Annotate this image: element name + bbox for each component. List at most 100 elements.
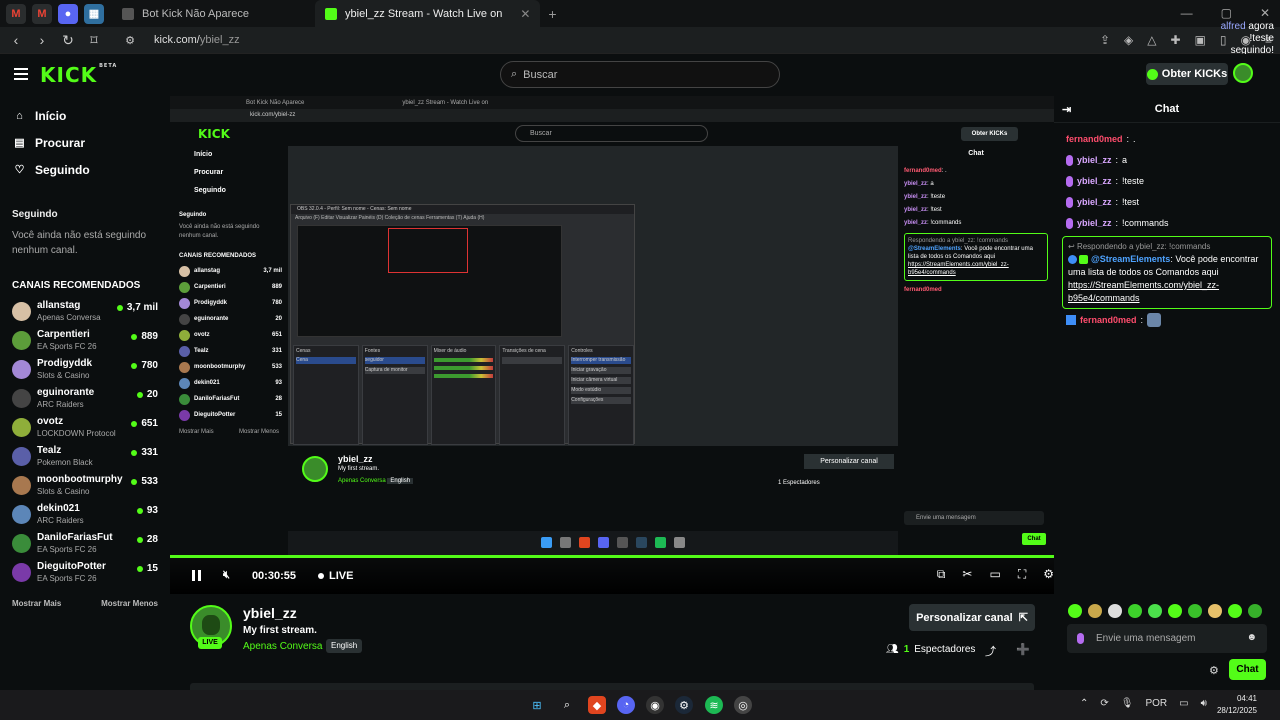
volume-icon[interactable]: 🔊︎	[1201, 698, 1207, 709]
tab-label: ybiel_zz Stream - Watch Live on	[345, 7, 503, 20]
emoji-picker-icon[interactable]: ☻	[1246, 632, 1257, 643]
sync-icon[interactable]: ⟳	[1100, 698, 1108, 709]
sidebar-item-inicio[interactable]: ⌂ Início	[0, 102, 170, 129]
recommended-channel[interactable]: Tealz Pokemon Black 331	[0, 442, 170, 471]
recommended-channel[interactable]: ovotz LOCKDOWN Protocol 651	[0, 413, 170, 442]
tab-ybiel-stream[interactable]: ybiel_zz Stream - Watch Live on ✕	[315, 0, 541, 27]
recommended-channel[interactable]: Carpentieri EA Sports FC 26 889	[0, 326, 170, 355]
app-icon[interactable]: ◎	[734, 696, 752, 714]
chat-message-input[interactable]: Envie uma mensagem ☻	[1067, 624, 1267, 653]
sidebar-item-seguindo[interactable]: ♡ Seguindo	[0, 156, 170, 183]
nested-tab-strip: Bot Kick Não Aparece ybiel_zz Stream - W…	[170, 96, 1054, 109]
streamer-name[interactable]: ybiel_zz	[243, 605, 297, 621]
discord-icon[interactable]: ◔	[617, 696, 635, 714]
share-stream-icon[interactable]: ⤴	[985, 643, 996, 659]
network-icon[interactable]: ▭	[1179, 698, 1188, 709]
forward-icon[interactable]: ›	[32, 32, 52, 48]
show-less-button[interactable]: Mostrar Menos	[101, 599, 158, 608]
leo-icon[interactable]: △	[1147, 33, 1156, 47]
emote-icon[interactable]	[1228, 604, 1242, 618]
obs-icon[interactable]: ◉	[646, 696, 664, 714]
nested-obs-icon	[617, 537, 628, 548]
emote-icon[interactable]	[1088, 604, 1102, 618]
language-indicator[interactable]: POR	[1145, 698, 1167, 709]
search-input[interactable]: ⌕ Buscar	[500, 61, 780, 88]
pause-icon[interactable]	[192, 570, 201, 581]
recommended-channel[interactable]: allanstag Apenas Conversa 3,7 mil	[0, 297, 170, 326]
chat-username[interactable]: ybiel_zz	[1077, 150, 1112, 171]
collapse-chat-icon[interactable]: ⇥	[1062, 103, 1071, 116]
chat-send-button[interactable]: Chat	[1229, 659, 1266, 680]
commands-link[interactable]: https://StreamElements.com/ybiel_zz-b95e…	[1068, 280, 1219, 303]
customize-channel-button[interactable]: Personalizar canal ⇱	[909, 604, 1035, 631]
windows-start-icon[interactable]: ⊞	[528, 696, 546, 714]
mute-icon[interactable]: 🔇︎	[223, 569, 230, 582]
chat-username[interactable]: fernand0med	[1066, 129, 1123, 150]
user-avatar[interactable]	[1233, 63, 1253, 83]
emote-icon[interactable]	[1148, 604, 1162, 618]
wallet-icon[interactable]: ▣	[1195, 33, 1206, 47]
stream-language-tag[interactable]: English	[326, 639, 363, 653]
close-tab-icon[interactable]: ✕	[520, 7, 530, 21]
back-icon[interactable]: ‹	[6, 32, 26, 48]
chat-username[interactable]: fernand0med	[1080, 315, 1137, 325]
fullscreen-icon[interactable]: ⛶	[1018, 567, 1026, 582]
pip-icon[interactable]: ⧉	[937, 567, 946, 582]
recommended-channel[interactable]: dekin021 ARC Raiders 93	[0, 500, 170, 529]
tab-bot-kick[interactable]: Bot Kick Não Aparece	[112, 0, 259, 27]
live-progress-bar[interactable]	[170, 555, 1054, 558]
app-pinned-tab[interactable]: ▦	[84, 3, 104, 24]
extensions-icon[interactable]: ✚	[1170, 33, 1180, 47]
video-player[interactable]: Bot Kick Não Aparece ybiel_zz Stream - W…	[170, 96, 1054, 594]
clip-icon[interactable]: ✂	[962, 567, 972, 582]
emote-icon[interactable]	[1248, 604, 1262, 618]
maximize-icon[interactable]: ▢	[1221, 6, 1232, 20]
obter-kicks-button[interactable]: Obter KICKs	[1146, 63, 1228, 85]
minimize-icon[interactable]: —	[1181, 6, 1193, 20]
close-window-icon[interactable]: ✕	[1260, 6, 1270, 20]
chevron-up-icon[interactable]: ⌃	[1080, 698, 1088, 709]
gmail-pinned-tab[interactable]: M	[6, 3, 26, 24]
recommended-channel[interactable]: DieguitoPotter EA Sports FC 26 15	[0, 558, 170, 587]
share-icon[interactable]: ⇪	[1100, 33, 1110, 47]
spotify-icon[interactable]: ≋	[705, 696, 723, 714]
emote-icon[interactable]	[1108, 604, 1122, 618]
chat-username[interactable]: ybiel_zz	[1077, 171, 1112, 192]
taskbar-search-icon[interactable]: ⌕	[558, 696, 576, 714]
chat-settings-icon[interactable]: ⚙	[1209, 664, 1219, 677]
gmail-pinned-tab-2[interactable]: M	[32, 3, 52, 24]
theater-mode-icon[interactable]: ▭	[989, 567, 1000, 582]
brave-shield-icon[interactable]: ◈	[1124, 33, 1133, 47]
show-more-button[interactable]: Mostrar Mais	[12, 599, 61, 608]
url-field[interactable]: kick.com/ybiel_zz	[154, 34, 240, 46]
new-tab-button[interactable]: +	[540, 6, 564, 22]
recommended-channel[interactable]: Prodigyddk Slots & Casino 780	[0, 355, 170, 384]
recommended-channel[interactable]: eguinorante ARC Raiders 20	[0, 384, 170, 413]
system-clock[interactable]: 04:41 28/12/2025	[1212, 693, 1257, 717]
follow-user-icon[interactable]: ➕	[1016, 643, 1030, 656]
site-settings-icon[interactable]: ⚙	[120, 34, 140, 47]
reload-icon[interactable]: ↻	[58, 32, 78, 49]
settings-icon[interactable]: ⚙	[1043, 567, 1054, 582]
bookmark-icon[interactable]: ⌑	[84, 32, 104, 49]
microphone-icon[interactable]: 🎙︎	[1121, 698, 1134, 709]
hamburger-menu-icon[interactable]	[14, 68, 28, 83]
sidebar-item-procurar[interactable]: ▤ Procurar	[0, 129, 170, 156]
recommended-channel[interactable]: DaniloFariasFut EA Sports FC 26 28	[0, 529, 170, 558]
emote-icon[interactable]	[1208, 604, 1222, 618]
emote-icon[interactable]	[1128, 604, 1142, 618]
recommended-channel[interactable]: moonbootmurphy Slots & Casino 533	[0, 471, 170, 500]
emote-icon[interactable]	[1188, 604, 1202, 618]
reply-user[interactable]: @StreamElements	[1091, 254, 1170, 264]
stream-category[interactable]: Apenas Conversa	[243, 641, 323, 652]
nested-channel: Tealz 331	[170, 343, 288, 359]
emote-icon[interactable]	[1068, 604, 1082, 618]
brave-browser-icon[interactable]: ◆	[588, 696, 606, 714]
chat-username[interactable]: ybiel_zz	[1077, 192, 1112, 213]
discord-pinned-tab[interactable]: ●	[58, 3, 78, 24]
steam-icon[interactable]: ⚙	[675, 696, 693, 714]
emote-icon[interactable]	[1168, 604, 1182, 618]
kick-logo[interactable]: KICK BETA	[40, 63, 117, 87]
live-dot-icon	[136, 391, 143, 398]
chat-username[interactable]: ybiel_zz	[1077, 213, 1112, 234]
